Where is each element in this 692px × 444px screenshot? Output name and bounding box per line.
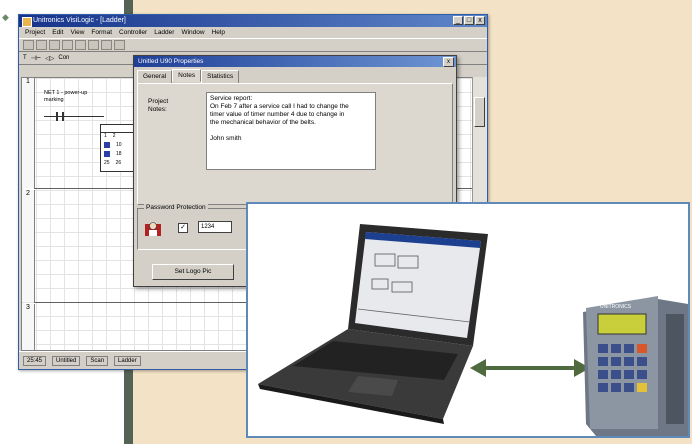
operand-icon — [104, 142, 110, 148]
project-notes-label: Project Notes: — [148, 98, 169, 113]
contact-symbol[interactable] — [56, 112, 58, 121]
dialog-tabs: General Notes Statistics — [134, 67, 456, 83]
cut-icon[interactable] — [75, 40, 86, 50]
window-titlebar[interactable]: Unitronics VisiLogic - [Ladder] _ □ x — [19, 15, 487, 27]
notes-line — [210, 127, 372, 135]
paste-icon[interactable] — [101, 40, 112, 50]
lock-person-icon — [145, 222, 161, 236]
status-item[interactable]: Scan — [86, 355, 109, 366]
menu-window[interactable]: Window — [181, 27, 204, 38]
notes-line: On Feb 7 after a service call I had to c… — [210, 103, 349, 110]
set-logo-button[interactable]: Set Logo Pic — [152, 264, 234, 280]
menu-edit[interactable]: Edit — [52, 27, 63, 38]
menu-view[interactable]: View — [70, 27, 84, 38]
tab-general[interactable]: General — [137, 70, 173, 83]
menu-controller[interactable]: Controller — [119, 27, 147, 38]
password-checkbox[interactable]: ✓ — [178, 223, 188, 233]
connection-photo-frame: UNITRONICS — [246, 202, 690, 438]
status-item[interactable]: Untitled — [52, 355, 81, 366]
notes-tab-panel: Project Notes: Service report: On Feb 7 … — [137, 83, 453, 205]
save-icon[interactable] — [49, 40, 60, 50]
contact-tool-icon[interactable]: T — [23, 55, 27, 61]
app-icon — [22, 17, 32, 27]
coil-tool-icon[interactable]: ⊣⊢ — [31, 55, 41, 62]
notes-line: timer value of timer number 4 due to cha… — [210, 111, 345, 118]
menu-format[interactable]: Format — [91, 27, 112, 38]
open-folder-icon[interactable] — [36, 40, 47, 50]
scrollbar-thumb[interactable] — [474, 97, 485, 127]
controller-connector — [666, 314, 684, 424]
net-comment: NET 1 - power-up marking — [44, 90, 87, 104]
rung-number: 3 — [22, 304, 35, 350]
main-toolbar — [19, 38, 487, 52]
minimize-button[interactable]: _ — [453, 16, 463, 25]
operand-icon — [104, 151, 110, 157]
menu-project[interactable]: Project — [25, 27, 45, 38]
tab-statistics[interactable]: Statistics — [201, 70, 240, 83]
controller-logo: UNITRONICS — [600, 304, 632, 310]
window-title: Unitronics VisiLogic - [Ladder] — [33, 17, 126, 24]
maximize-button[interactable]: □ — [464, 16, 474, 25]
password-input[interactable]: 1234 — [198, 221, 232, 233]
status-zoom: 25:45 — [23, 355, 47, 366]
new-file-icon[interactable] — [23, 40, 34, 50]
copy-icon[interactable] — [88, 40, 99, 50]
notes-line: Service report: — [210, 95, 253, 102]
menu-help[interactable]: Help — [212, 27, 225, 38]
bullet-icon: ◆ — [2, 12, 9, 22]
controller-display — [597, 313, 647, 335]
toolbar-label: Con — [58, 55, 70, 61]
dialog-close-button[interactable]: x — [443, 57, 454, 67]
status-item[interactable]: Ladder — [114, 355, 141, 366]
undo-icon[interactable] — [114, 40, 125, 50]
notes-line: John smith — [210, 135, 242, 142]
laptop-screen — [355, 232, 481, 338]
rung-number: 2 — [22, 190, 35, 302]
dialog-titlebar[interactable]: Unitled U90 Properties x — [134, 56, 456, 67]
dialog-title: Unitled U90 Properties — [138, 58, 204, 65]
print-icon[interactable] — [62, 40, 73, 50]
ladder-wire — [44, 116, 104, 117]
password-group-label: Password Protection — [144, 204, 208, 211]
net-comment-line: NET 1 - power-up — [44, 90, 88, 96]
compare-tool-icon[interactable]: ◁▷ — [45, 55, 54, 62]
rung-number: 1 — [22, 78, 35, 188]
notes-line: the mechanical behavior of the belts. — [210, 119, 316, 126]
menu-bar: Project Edit View Format Controller Ladd… — [19, 27, 487, 38]
tab-notes[interactable]: Notes — [172, 69, 202, 82]
net-comment-line: marking — [44, 97, 64, 103]
connection-illustration: UNITRONICS — [248, 204, 688, 436]
menu-ladder[interactable]: Ladder — [154, 27, 174, 38]
project-notes-textarea[interactable]: Service report: On Feb 7 after a service… — [206, 92, 376, 170]
contact-symbol[interactable] — [62, 112, 64, 121]
close-button[interactable]: x — [475, 16, 485, 25]
